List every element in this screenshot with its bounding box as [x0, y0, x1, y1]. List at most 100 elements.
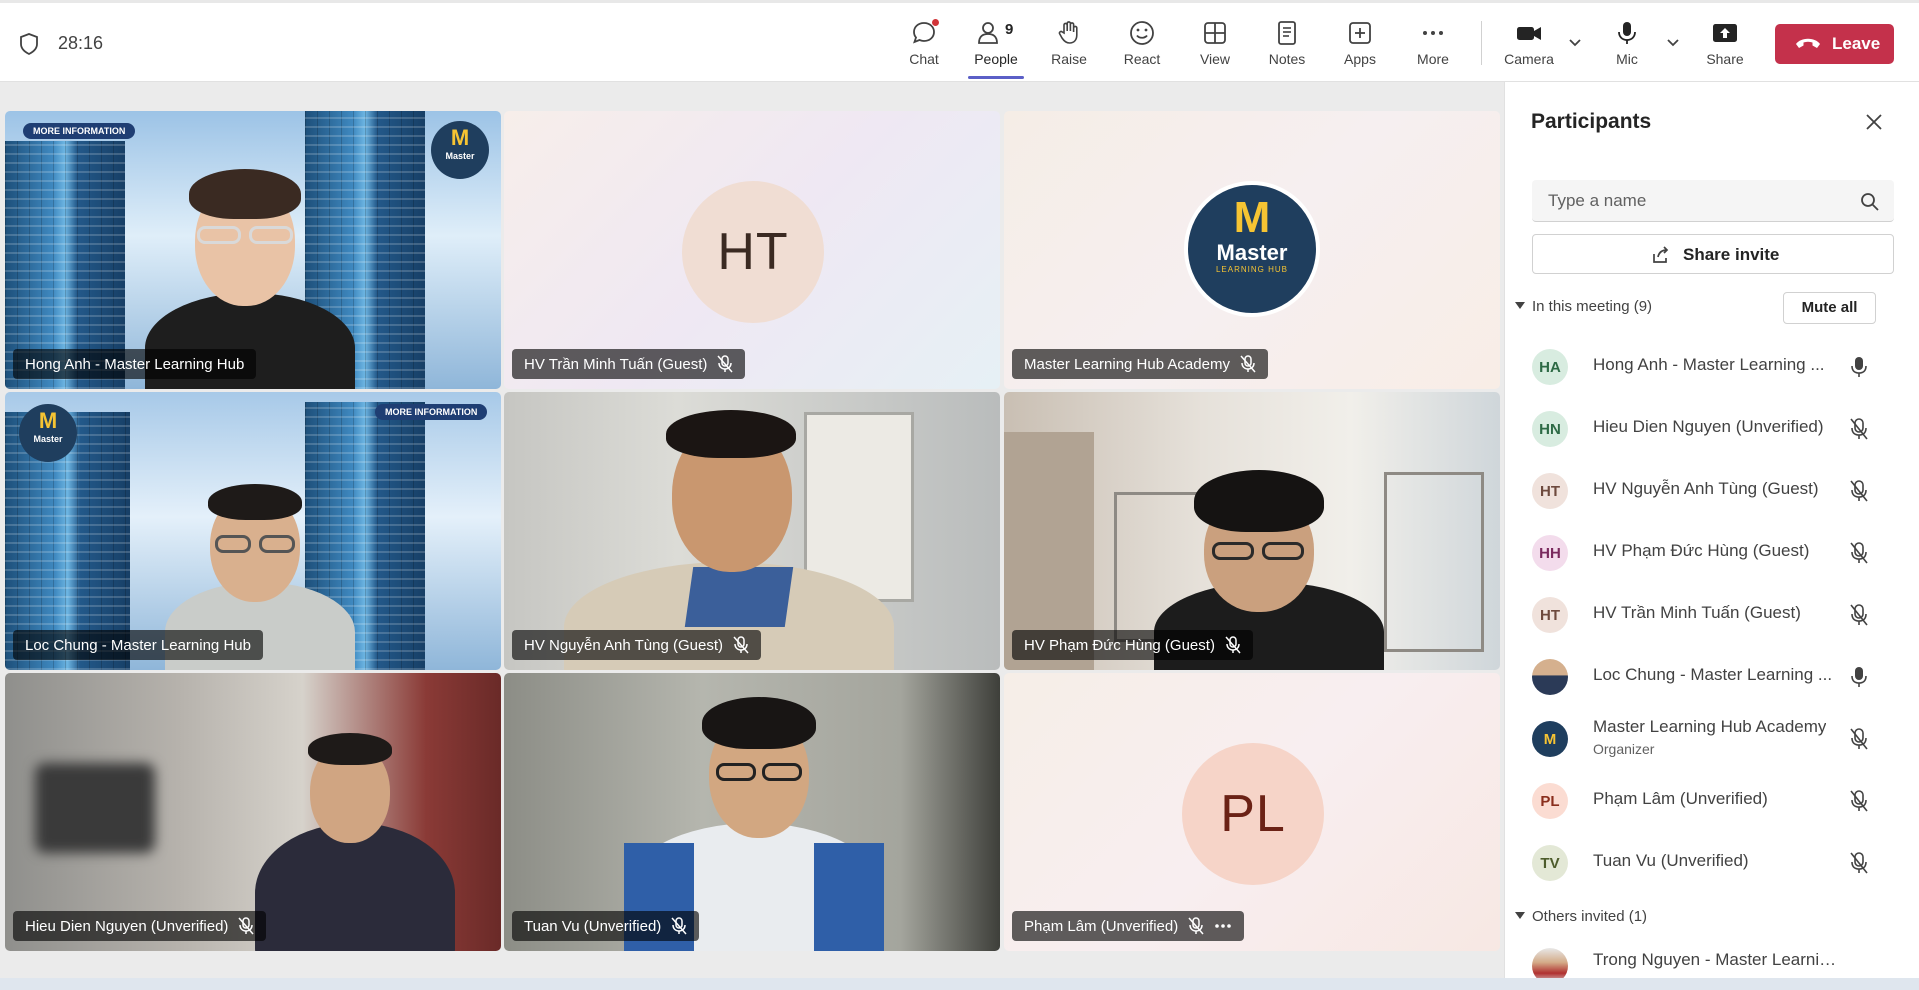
more-info-banner: MORE INFORMATION [375, 404, 488, 420]
video-tile[interactable]: M Master LEARNING HUB Master Learning Hu… [1004, 111, 1500, 389]
tile-name-label: Phạm Lâm (Unverified) [1012, 911, 1245, 941]
smiley-icon [1130, 21, 1154, 45]
raise-hand-button[interactable]: Raise [1034, 15, 1104, 75]
avatar: HN [1532, 411, 1568, 447]
apps-button[interactable]: Apps [1325, 15, 1395, 75]
add-apps-icon [1349, 22, 1371, 44]
tile-name-label: HV Trần Minh Tuấn (Guest) [512, 349, 746, 379]
apps-label: Apps [1344, 51, 1376, 67]
mic-muted-icon[interactable] [1848, 541, 1870, 565]
participant-name: Tuan Vu (Unverified) [1593, 851, 1749, 870]
tile-name-label: Hong Anh - Master Learning Hub [13, 349, 257, 379]
view-button[interactable]: View [1180, 15, 1250, 75]
participant-name: HV Phạm Đức Hùng (Guest) [1593, 541, 1810, 560]
video-tile[interactable]: PL Phạm Lâm (Unverified) [1004, 673, 1500, 951]
glasses [1262, 542, 1304, 560]
mute-all-button[interactable]: Mute all [1783, 292, 1876, 324]
share-invite-button[interactable]: Share invite [1532, 234, 1894, 274]
participant-row[interactable]: Loc Chung - Master Learning ... [1505, 651, 1919, 701]
mic-button[interactable]: Mic [1592, 15, 1662, 75]
camera-icon [1517, 27, 1541, 40]
avatar: HA [1532, 349, 1568, 385]
view-label: View [1199, 51, 1231, 67]
mic-on-icon[interactable] [1848, 355, 1870, 379]
mic-muted-icon[interactable] [1848, 727, 1870, 751]
camera-options-chevron-icon[interactable] [1566, 33, 1584, 51]
microphone-icon [1618, 22, 1636, 44]
participant-hair [308, 733, 392, 765]
mic-muted-icon[interactable] [1848, 603, 1870, 627]
others-invited-section-toggle[interactable]: Others invited (1) [1515, 908, 1647, 925]
video-tile[interactable]: M Master MORE INFORMATION Loc Chung - Mas… [5, 392, 501, 670]
mic-muted-icon[interactable] [1848, 789, 1870, 813]
chat-button[interactable]: Chat [889, 15, 959, 75]
mic-muted-icon[interactable] [1848, 479, 1870, 503]
participant-name: Hieu Dien Nguyen (Unverified) [1593, 417, 1824, 436]
participant-row[interactable]: HH HV Phạm Đức Hùng (Guest) [1505, 527, 1919, 577]
react-button[interactable]: React [1107, 15, 1177, 75]
camera-button[interactable]: Camera [1494, 15, 1564, 75]
participant-name: Phạm Lâm (Unverified) [1593, 789, 1768, 808]
participant-name: Trong Nguyen - Master Learning ... [1593, 950, 1838, 969]
others-invited-heading: Others invited (1) [1532, 908, 1648, 925]
tile-avatar: PL [1182, 743, 1324, 885]
mic-options-chevron-icon[interactable] [1664, 33, 1682, 51]
participant-row[interactable]: HN Hieu Dien Nguyen (Unverified) [1505, 403, 1919, 453]
avatar: TV [1532, 845, 1568, 881]
avatar: HT [1532, 473, 1568, 509]
mic-muted-icon [1225, 636, 1241, 654]
participants-panel: Participants Share invite In this meetin… [1504, 82, 1919, 978]
glasses [1212, 542, 1254, 560]
blurred-background [35, 763, 155, 853]
search-input[interactable] [1548, 190, 1848, 212]
participant-name: Hong Anh - Master Learning ... [1593, 355, 1825, 374]
participant-row[interactable]: M Master Learning Hub Academy Organizer [1505, 713, 1919, 763]
video-tile[interactable]: HT HV Trần Minh Tuấn (Guest) [504, 111, 1000, 389]
notes-icon [1278, 21, 1296, 45]
grid-view-icon [1204, 22, 1226, 44]
collapse-icon [1515, 912, 1525, 919]
participant-hair [702, 697, 816, 749]
more-options-icon[interactable] [1214, 923, 1232, 929]
mic-muted-icon [717, 355, 733, 373]
close-icon[interactable] [1860, 108, 1888, 136]
more-icon [1423, 31, 1443, 35]
video-tile[interactable]: Tuan Vu (Unverified) [504, 673, 1000, 951]
glasses [762, 763, 802, 781]
people-button[interactable]: 9 People [961, 15, 1031, 79]
glasses [716, 763, 756, 781]
participant-row[interactable]: TV Tuan Vu (Unverified) [1505, 837, 1919, 887]
mic-muted-icon [238, 917, 255, 935]
window-bottom-edge [0, 978, 1919, 990]
mic-muted-icon[interactable] [1848, 417, 1870, 441]
tile-avatar: HT [682, 181, 824, 323]
mic-muted-icon[interactable] [1848, 851, 1870, 875]
video-tile[interactable]: HV Phạm Đức Hùng (Guest) [1004, 392, 1500, 670]
participant-name: Master Learning Hub Academy [1593, 717, 1827, 736]
notes-button[interactable]: Notes [1252, 15, 1322, 75]
participant-row[interactable]: HT HV Nguyễn Anh Tùng (Guest) [1505, 465, 1919, 515]
leave-button[interactable]: Leave [1775, 24, 1894, 64]
participant-search[interactable] [1532, 180, 1894, 222]
chat-unread-badge [931, 18, 940, 27]
invited-row[interactable]: Trong Nguyen - Master Learning ... [1505, 940, 1919, 978]
mic-muted-icon [733, 636, 749, 654]
participant-row[interactable]: HT HV Trần Minh Tuấn (Guest) [1505, 589, 1919, 639]
mic-muted-icon [1240, 355, 1256, 373]
share-button[interactable]: Share [1690, 15, 1760, 75]
avatar: HH [1532, 535, 1568, 571]
shirt-panel [814, 843, 884, 951]
share-screen-icon [1713, 24, 1737, 42]
toolbar-divider [1481, 21, 1482, 65]
in-meeting-section-toggle[interactable]: In this meeting (9) [1515, 298, 1652, 315]
mic-on-icon[interactable] [1848, 665, 1870, 689]
participant-hair [1194, 470, 1324, 532]
video-tile[interactable]: Hieu Dien Nguyen (Unverified) [5, 673, 501, 951]
participant-row[interactable]: HA Hong Anh - Master Learning ... [1505, 341, 1919, 391]
avatar-photo [1532, 659, 1568, 695]
more-button[interactable]: More [1398, 15, 1468, 75]
avatar: PL [1532, 783, 1568, 819]
video-tile[interactable]: HV Nguyễn Anh Tùng (Guest) [504, 392, 1000, 670]
participant-row[interactable]: PL Phạm Lâm (Unverified) [1505, 775, 1919, 825]
video-tile[interactable]: MORE INFORMATION M Master Hong Anh - Mast… [5, 111, 501, 389]
